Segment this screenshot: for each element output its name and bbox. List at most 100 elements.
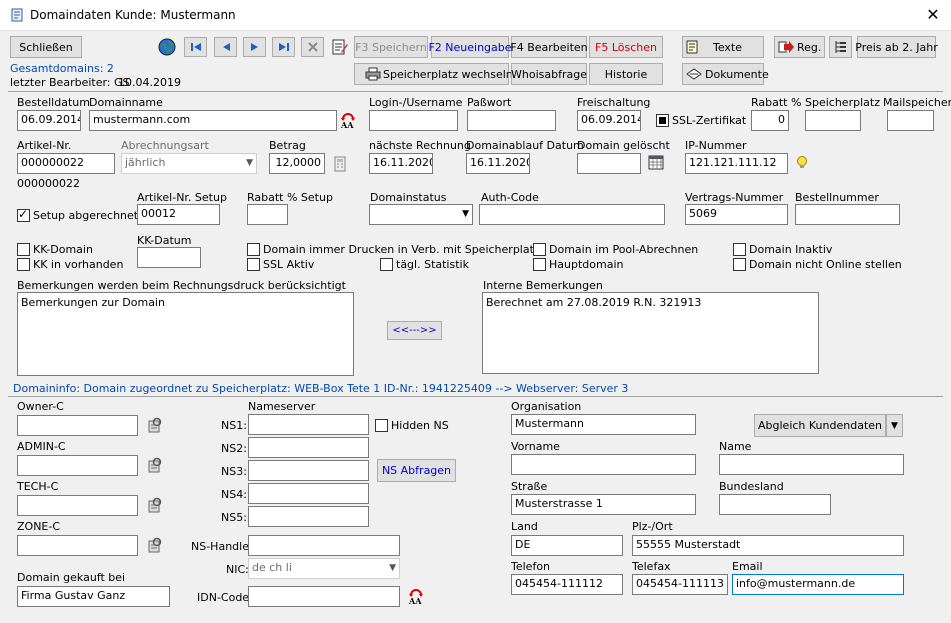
sync-customer-button[interactable]: Abgleich Kundendaten	[754, 414, 886, 437]
daily-stats-checkbox[interactable]	[380, 258, 393, 271]
history-button[interactable]: Historie	[589, 63, 663, 85]
whois-button[interactable]: Whoisabfrage	[511, 63, 587, 85]
storage-field[interactable]	[805, 110, 861, 131]
first-record-icon[interactable]	[184, 37, 207, 57]
reg-button[interactable]: Reg.	[774, 36, 825, 58]
not-online-checkbox[interactable]	[733, 258, 746, 271]
setup-discount-field[interactable]	[247, 204, 288, 225]
bought-at-field[interactable]: Firma Gustav Ganz	[17, 586, 170, 607]
ns2-label: NS2:	[221, 442, 247, 455]
texts-button[interactable]: Texte	[682, 36, 764, 58]
zone-c-field[interactable]	[17, 535, 138, 556]
internal-remarks-textarea[interactable]: Berechnet am 27.08.2019 R.N. 321913	[482, 292, 819, 374]
setup-article-field[interactable]: 00012	[137, 204, 220, 225]
kk-in-checkbox[interactable]	[17, 258, 30, 271]
ip-field[interactable]: 121.121.111.12	[685, 153, 788, 174]
switch-storage-button[interactable]: Speicherplatz wechseln	[354, 63, 513, 85]
ns2-field[interactable]	[248, 437, 369, 458]
ns3-field[interactable]	[248, 460, 369, 481]
main-domain-checkbox[interactable]	[533, 258, 546, 271]
amount-field[interactable]: 12,0000	[269, 153, 325, 174]
next-invoice-field[interactable]: 16.11.2020	[369, 153, 433, 174]
domain-expiry-field[interactable]: 16.11.2020	[466, 153, 530, 174]
price-second-year-button[interactable]: Preis ab 2. Jahr	[855, 36, 938, 58]
ns5-field[interactable]	[248, 506, 369, 527]
street-field[interactable]: Musterstrasse 1	[511, 494, 696, 515]
copy-remarks-button[interactable]: <<--->>	[387, 321, 442, 340]
order-no-field[interactable]	[795, 204, 900, 225]
pool-billing-label: Domain im Pool-Abrechnen	[549, 243, 699, 256]
contract-no-field[interactable]: 5069	[685, 204, 788, 225]
ns-query-button[interactable]: NS Abfragen	[377, 459, 456, 482]
always-print-checkbox[interactable]	[247, 243, 260, 256]
domain-deleted-field[interactable]	[577, 153, 641, 174]
previous-record-icon[interactable]	[214, 37, 237, 57]
login-field[interactable]	[369, 110, 458, 131]
close-icon[interactable]: ✕	[922, 4, 944, 26]
remarks-textarea[interactable]: Bemerkungen zur Domain	[17, 292, 354, 376]
edit-document-icon[interactable]	[329, 37, 351, 57]
save-button[interactable]: F3 Speichern	[354, 36, 428, 58]
ns-handle-field[interactable]	[248, 535, 400, 556]
contact-lookup-icon[interactable]	[146, 456, 164, 474]
tree-view-icon[interactable]	[829, 36, 852, 58]
state-field[interactable]	[719, 494, 831, 515]
pool-billing-checkbox[interactable]	[533, 243, 546, 256]
sync-dropdown-chevron-icon[interactable]: ▼	[886, 414, 903, 437]
firstname-field[interactable]	[511, 454, 696, 475]
lightbulb-icon[interactable]	[795, 155, 809, 171]
auth-code-field[interactable]	[479, 204, 665, 225]
edit-button[interactable]: F4 Bearbeiten	[510, 36, 588, 58]
zip-city-field[interactable]: 55555 Musterstadt	[632, 535, 904, 556]
idn-code-field[interactable]	[248, 586, 400, 607]
idn-convert-icon[interactable]: AA	[340, 111, 356, 129]
domain-status-select[interactable]: ▼	[369, 204, 473, 225]
organisation-field[interactable]: Mustermann	[511, 414, 696, 435]
owner-c-field[interactable]	[17, 415, 138, 436]
documents-button[interactable]: Dokumente	[682, 63, 769, 85]
contact-lookup-icon[interactable]	[146, 496, 164, 514]
internal-remarks-label: Interne Bemerkungen	[483, 279, 603, 292]
password-field[interactable]	[467, 110, 556, 131]
inactive-checkbox[interactable]	[733, 243, 746, 256]
ssl-active-checkbox[interactable]	[247, 258, 260, 271]
last-record-icon[interactable]	[272, 37, 295, 57]
article-no-label: Artikel-Nr.	[17, 139, 72, 152]
delete-button[interactable]: F5 Löschen	[589, 36, 663, 58]
country-field[interactable]: DE	[511, 535, 623, 556]
hidden-ns-checkbox[interactable]	[375, 419, 388, 432]
calculator-icon[interactable]	[333, 155, 347, 172]
contact-lookup-icon[interactable]	[146, 536, 164, 554]
discount-field[interactable]: 0	[751, 110, 789, 131]
new-button[interactable]: F2 Neueingabe	[428, 36, 512, 58]
globe-icon[interactable]	[157, 37, 177, 57]
order-date-field[interactable]: 06.09.2014	[17, 110, 81, 131]
kk-domain-checkbox[interactable]	[17, 243, 30, 256]
fax-field[interactable]: 045454-111113	[632, 574, 728, 595]
mail-storage-field[interactable]	[887, 110, 934, 131]
domain-name-field[interactable]: mustermann.com	[89, 110, 337, 131]
contact-lookup-icon[interactable]	[146, 416, 164, 434]
ns4-field[interactable]	[248, 483, 369, 504]
admin-c-field[interactable]	[17, 455, 138, 476]
nic-select[interactable]: de ch li ▼	[248, 558, 400, 579]
billing-type-select[interactable]: jährlich ▼	[121, 153, 257, 174]
idn-convert-icon[interactable]: AA	[407, 586, 425, 605]
phone-field[interactable]: 045454-111112	[511, 574, 623, 595]
tech-c-field[interactable]	[17, 495, 138, 516]
calendar-icon[interactable]	[647, 154, 665, 171]
hidden-ns-label: Hidden NS	[391, 419, 449, 432]
activation-field[interactable]: 06.09.2014	[577, 110, 641, 131]
setup-charged-checkbox[interactable]	[17, 207, 30, 222]
next-record-icon[interactable]	[243, 37, 266, 57]
article-no-field[interactable]: 000000022	[17, 153, 115, 174]
kk-date-field[interactable]	[137, 247, 201, 268]
cancel-record-icon[interactable]	[301, 37, 324, 57]
close-button[interactable]: Schließen	[10, 36, 82, 58]
ssl-checkbox[interactable]	[656, 114, 669, 127]
separator-bottom	[8, 396, 943, 397]
ns1-field[interactable]	[248, 414, 369, 435]
email-field[interactable]: info@mustermann.de	[732, 574, 904, 595]
lastname-field[interactable]	[719, 454, 904, 475]
amount-label: Betrag	[269, 139, 306, 152]
